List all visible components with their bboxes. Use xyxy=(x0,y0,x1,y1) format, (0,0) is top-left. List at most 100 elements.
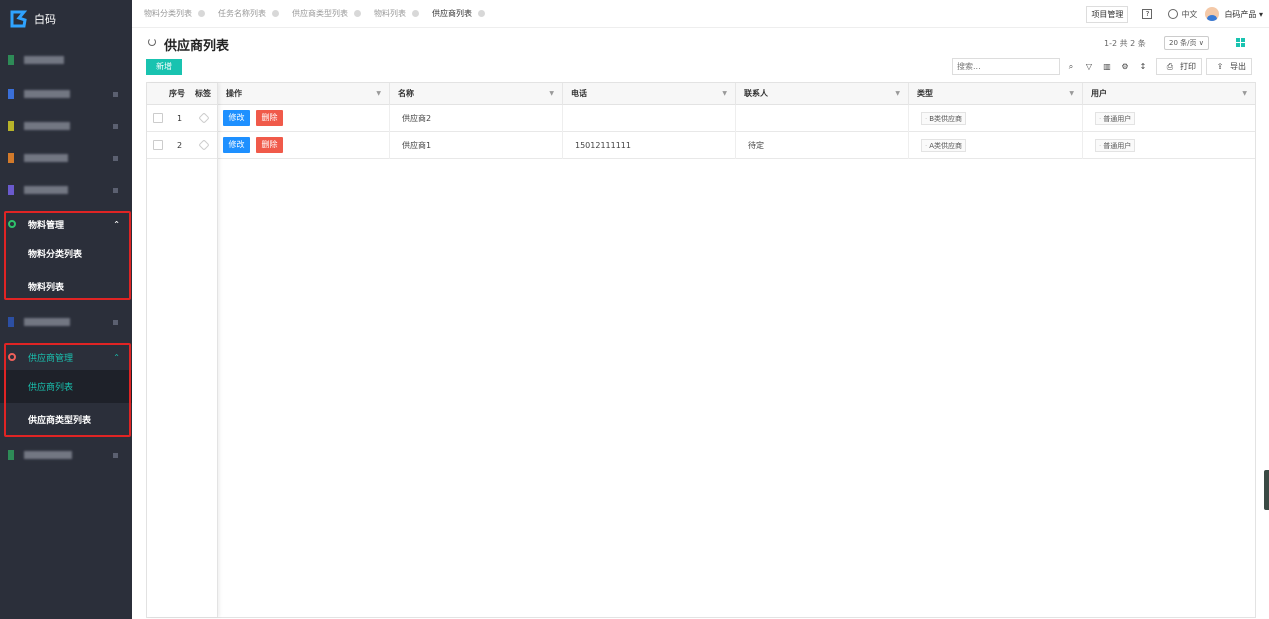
blurred-label xyxy=(24,451,72,459)
col-label: 用户 xyxy=(1091,89,1107,98)
sidebar-item-blurred[interactable] xyxy=(8,54,124,66)
close-icon[interactable] xyxy=(412,10,419,17)
app-logo[interactable]: 白码 xyxy=(10,8,56,30)
col-label: 操作 xyxy=(226,89,242,98)
tab-label: 供应商列表 xyxy=(432,9,472,18)
table-row[interactable]: 1 修改 删除 供应商2 B类供应商 普通用户 xyxy=(147,105,1255,132)
col-user[interactable]: 用户 ▼ xyxy=(1083,83,1255,105)
col-label: 电话 xyxy=(571,89,587,98)
cell-contact xyxy=(736,105,909,132)
sidebar-item-blurred[interactable] xyxy=(8,120,124,132)
close-icon[interactable] xyxy=(198,10,205,17)
blurred-label xyxy=(24,122,70,130)
cell-name: 供应商1 xyxy=(390,132,563,159)
cell-type: B类供应商 xyxy=(909,105,1083,132)
menu-icon xyxy=(8,153,14,163)
dropdown-icon[interactable]: ▼ xyxy=(895,83,900,105)
cell-name: 供应商2 xyxy=(390,105,563,132)
tab-label: 物料列表 xyxy=(374,9,406,18)
upload-icon: ⇪ xyxy=(1216,62,1224,71)
type-tag: B类供应商 xyxy=(921,112,967,125)
cell-contact: 待定 xyxy=(736,132,909,159)
grid-layout-icon[interactable] xyxy=(1236,38,1245,47)
close-icon[interactable] xyxy=(478,10,485,17)
tab-material-list[interactable]: 物料列表 xyxy=(374,8,419,19)
help-icon[interactable]: ? xyxy=(1142,9,1153,19)
menu-icon xyxy=(8,450,14,460)
blurred-label xyxy=(24,186,68,194)
menu-icon xyxy=(8,55,14,65)
user-menu[interactable]: 白码产品 ▾ xyxy=(1224,9,1263,20)
project-manage-button[interactable]: 项目管理 xyxy=(1086,5,1129,23)
settings-icon[interactable]: ⚙ xyxy=(1116,58,1134,75)
page-title: 供应商列表 xyxy=(164,39,230,54)
cell-actions: 修改 删除 xyxy=(218,105,390,132)
data-table: 序号 标签 操作 ▼ 名称 ▼ 电话 ▼ 联系人 ▼ 类型 ▼ 用户 ▼ 1 修改 删除 供… xyxy=(146,82,1256,618)
tab-supplier-list[interactable]: 供应商列表 xyxy=(432,8,485,19)
expand-icon xyxy=(113,319,118,325)
tab-material-category[interactable]: 物料分类列表 xyxy=(144,8,205,19)
add-button[interactable]: 新增 xyxy=(146,59,182,75)
col-type[interactable]: 类型 ▼ xyxy=(909,83,1083,105)
sidebar-item-blurred[interactable] xyxy=(8,184,124,196)
menu-icon xyxy=(8,317,14,327)
sidebar-item-blurred[interactable] xyxy=(8,152,124,164)
dropdown-icon[interactable]: ▼ xyxy=(1242,83,1247,105)
sidebar-item-blurred[interactable] xyxy=(8,316,124,328)
cell-phone: 15012111111 xyxy=(563,132,736,159)
blurred-label xyxy=(24,318,70,326)
avatar[interactable] xyxy=(1205,7,1220,21)
dropdown-icon[interactable]: ▼ xyxy=(722,83,727,105)
table-row[interactable]: 2 修改 删除 供应商1 15012111111 待定 A类供应商 普通用户 xyxy=(147,132,1255,159)
side-panel-handle[interactable] xyxy=(1264,470,1269,510)
delete-button[interactable]: 删除 xyxy=(256,110,283,126)
cell-actions: 修改 删除 xyxy=(218,132,390,159)
expand-icon xyxy=(113,187,118,193)
sidebar-item-blurred[interactable] xyxy=(8,449,124,461)
blurred-label xyxy=(24,56,64,64)
user-tag: 普通用户 xyxy=(1095,139,1136,152)
print-button[interactable]: ⎙ 打印 xyxy=(1156,58,1202,75)
page-size-select[interactable]: 20 条/页 ∨ xyxy=(1164,36,1209,50)
edit-button[interactable]: 修改 xyxy=(223,137,250,153)
blurred-label xyxy=(24,90,70,98)
col-contact[interactable]: 联系人 ▼ xyxy=(736,83,909,105)
print-label: 打印 xyxy=(1180,62,1196,71)
filter-icon[interactable]: ▽ xyxy=(1080,58,1098,75)
toolbar: ⌕ ▽ ▥ ⚙ ↕ ⎙ 打印 ⇪ 导出 xyxy=(1062,58,1252,75)
edit-button[interactable]: 修改 xyxy=(223,110,250,126)
tab-task-name[interactable]: 任务名称列表 xyxy=(218,8,279,19)
globe-icon[interactable] xyxy=(1168,9,1179,19)
menu-icon xyxy=(8,185,14,195)
dropdown-icon[interactable]: ▼ xyxy=(549,83,554,105)
logo-icon xyxy=(10,10,28,28)
search-input[interactable] xyxy=(952,58,1060,75)
expand-icon xyxy=(113,91,118,97)
export-button[interactable]: ⇪ 导出 xyxy=(1206,58,1252,75)
search-icon[interactable]: ⌕ xyxy=(1062,58,1080,75)
tab-supplier-type[interactable]: 供应商类型列表 xyxy=(292,8,361,19)
cell-user: 普通用户 xyxy=(1083,132,1255,159)
col-label: 名称 xyxy=(398,89,414,98)
logo-text: 白码 xyxy=(34,13,56,26)
col-name[interactable]: 名称 ▼ xyxy=(390,83,563,105)
language-switch[interactable]: 中文 xyxy=(1181,9,1197,20)
close-icon[interactable] xyxy=(272,10,279,17)
export-label: 导出 xyxy=(1230,62,1246,71)
fixed-column-shadow xyxy=(147,83,218,617)
tab-bar: 物料分类列表 任务名称列表 供应商类型列表 物料列表 供应商列表 项目管理 ? … xyxy=(132,0,1269,28)
tab-label: 物料分类列表 xyxy=(144,9,192,18)
col-phone[interactable]: 电话 ▼ xyxy=(563,83,736,105)
refresh-icon[interactable] xyxy=(148,38,156,46)
sort-icon[interactable]: ↕ xyxy=(1134,58,1152,75)
chart-icon[interactable]: ▥ xyxy=(1098,58,1116,75)
table-header: 序号 标签 操作 ▼ 名称 ▼ 电话 ▼ 联系人 ▼ 类型 ▼ 用户 ▼ xyxy=(147,83,1255,105)
expand-icon xyxy=(113,123,118,129)
dropdown-icon[interactable]: ▼ xyxy=(1069,83,1074,105)
close-icon[interactable] xyxy=(354,10,361,17)
printer-icon: ⎙ xyxy=(1166,61,1174,71)
sidebar-item-blurred[interactable] xyxy=(8,88,124,100)
dropdown-icon[interactable]: ▼ xyxy=(376,83,381,105)
delete-button[interactable]: 删除 xyxy=(256,137,283,153)
col-actions[interactable]: 操作 ▼ xyxy=(218,83,390,105)
